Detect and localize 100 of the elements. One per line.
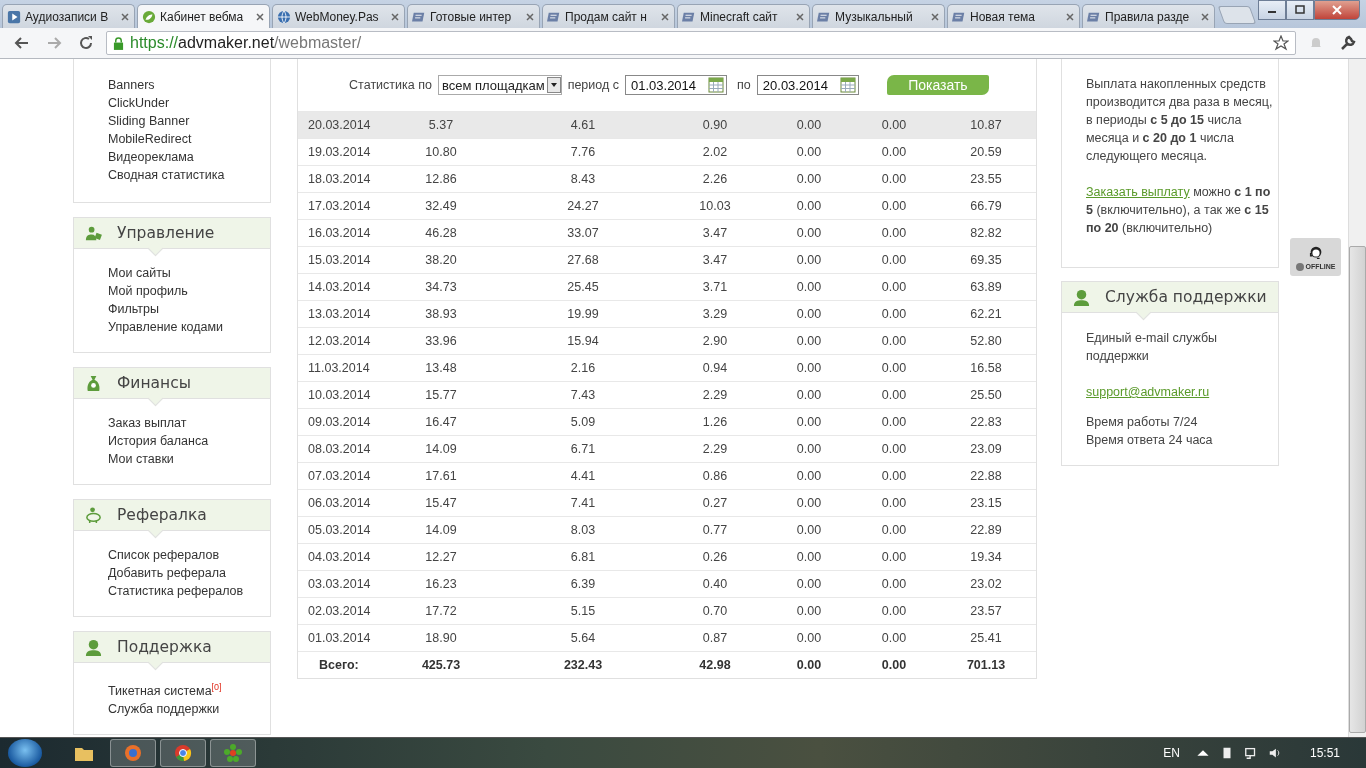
- table-cell-text: 32.49: [424, 199, 458, 213]
- calendar-icon: [839, 77, 856, 93]
- menu-link[interactable]: Заказ выплат: [108, 416, 187, 430]
- menu-link[interactable]: Управление кодами: [108, 320, 224, 334]
- card-title: Управление: [117, 224, 215, 242]
- speaker-icon[interactable]: [1267, 746, 1282, 760]
- email-link[interactable]: support@advmaker.ru: [1086, 385, 1210, 399]
- menu-link[interactable]: Мой профиль: [108, 284, 188, 298]
- table-cell-text: 0.00: [795, 226, 823, 240]
- close-icon[interactable]: [255, 11, 265, 22]
- table-cell-text: 0.00: [880, 145, 908, 159]
- browser-tab[interactable]: Продам сайт н: [542, 4, 675, 28]
- close-icon[interactable]: [120, 11, 130, 22]
- table-cell-text: 0.86: [701, 469, 729, 483]
- table-cell-text: 08.03.2014: [307, 442, 372, 456]
- lock-icon: [113, 36, 124, 50]
- menu-link[interactable]: Мои ставки: [108, 452, 174, 466]
- table-cell-text: 0.00: [880, 334, 908, 348]
- table-cell-text: 38.20: [424, 253, 458, 267]
- clock[interactable]: 15:51: [1309, 746, 1340, 760]
- table-cell-text: 0.00: [795, 118, 823, 132]
- language-indicator[interactable]: EN: [1163, 746, 1180, 760]
- table-cell-text: 19.34: [969, 550, 1003, 564]
- reload-icon[interactable]: [78, 35, 94, 51]
- table-cell-text: 17.72: [424, 604, 458, 618]
- network-icon[interactable]: [1243, 746, 1258, 760]
- table-cell-text: 23.57: [969, 604, 1003, 618]
- table-cell-text: 0.00: [795, 361, 823, 375]
- menu-link[interactable]: Тикетная система: [108, 684, 212, 699]
- card-title: Финансы: [117, 374, 191, 392]
- table-cell-text: 0.77: [701, 523, 729, 537]
- close-icon[interactable]: [525, 11, 535, 22]
- table-cell-text: 19.03.2014: [307, 145, 372, 159]
- browser-tab[interactable]: Аудиозаписи В: [2, 4, 135, 28]
- close-button[interactable]: [1314, 0, 1360, 20]
- back-icon[interactable]: [14, 35, 30, 51]
- maximize-button[interactable]: [1286, 0, 1314, 20]
- table-cell-text: 15.77: [424, 388, 458, 402]
- menu-link[interactable]: Добавить реферала: [108, 566, 226, 580]
- table-cell-text: 0.00: [880, 415, 908, 429]
- table-cell-text: 13.48: [424, 361, 458, 375]
- address-field[interactable]: https://advmaker.net/webmaster/: [106, 31, 1296, 55]
- menu-link[interactable]: Сводная статистика: [108, 168, 225, 182]
- browser-tab[interactable]: Minecraft сайт: [677, 4, 810, 28]
- table-cell-text: 3.47: [701, 226, 729, 240]
- date-field[interactable]: 01.03.2014: [625, 75, 728, 95]
- browser-tab[interactable]: Кабинет вебма: [137, 4, 270, 28]
- menu-link[interactable]: Мои сайты: [108, 266, 171, 280]
- table-cell-text: 52.80: [969, 334, 1003, 348]
- browser-tab[interactable]: WebMoney.Pas: [272, 4, 405, 28]
- table-cell-text: 0.90: [701, 118, 729, 132]
- table-cell-text: Всего:: [318, 658, 360, 672]
- menu-link[interactable]: ClickUnder: [108, 96, 170, 110]
- table-cell-text: 23.09: [969, 442, 1003, 456]
- table-cell-text: 0.00: [880, 199, 908, 213]
- table-cell-text: 14.09: [424, 442, 458, 456]
- table-cell-text: 05.03.2014: [307, 523, 372, 537]
- menu-link[interactable]: Видеореклама: [108, 150, 194, 164]
- table-cell-text: 62.21: [969, 307, 1003, 321]
- close-icon[interactable]: [930, 11, 940, 22]
- menu-link[interactable]: Sliding Banner: [108, 114, 190, 128]
- browser-tab[interactable]: Готовые интер: [407, 4, 540, 28]
- table-cell-text: 12.27: [424, 550, 458, 564]
- table-cell-text: 22.88: [969, 469, 1003, 483]
- close-icon[interactable]: [660, 11, 670, 22]
- payout-link[interactable]: Заказать выплату: [1086, 185, 1190, 199]
- menu-link[interactable]: Служба поддержки: [108, 702, 220, 717]
- date-field[interactable]: 20.03.2014: [756, 75, 859, 95]
- start-button[interactable]: [8, 739, 42, 767]
- table-cell-text: 20.03.2014: [307, 118, 372, 132]
- menu-link[interactable]: Список рефералов: [108, 548, 220, 562]
- table-cell-text: 46.28: [424, 226, 458, 240]
- table-cell-text: 66.79: [969, 199, 1003, 213]
- browser-tab[interactable]: Новая тема: [947, 4, 1080, 28]
- table-cell-text: 0.00: [880, 496, 908, 510]
- menu-link[interactable]: Фильтры: [108, 302, 159, 316]
- close-icon[interactable]: [1200, 11, 1210, 22]
- support-hours-text: Время работы 7/24: [1086, 414, 1199, 431]
- menu-link[interactable]: Banners: [108, 78, 155, 92]
- menu-link[interactable]: MobileRedirect: [108, 132, 192, 146]
- star-icon[interactable]: [1273, 35, 1289, 51]
- browser-tab[interactable]: Музыкальный: [812, 4, 945, 28]
- wrench-icon[interactable]: [1340, 35, 1356, 51]
- table-cell-text: 0.00: [880, 361, 908, 375]
- close-icon[interactable]: [1065, 11, 1075, 22]
- close-icon[interactable]: [795, 11, 805, 22]
- menu-link[interactable]: История баланса: [108, 434, 209, 448]
- table-cell-text: 0.00: [795, 199, 823, 213]
- browser-tab[interactable]: Правила разде: [1082, 4, 1215, 28]
- menu-link[interactable]: Статистика рефералов: [108, 584, 244, 598]
- close-icon[interactable]: [390, 11, 400, 22]
- table-cell-text: 232.43: [562, 658, 604, 672]
- table-cell-text: 0.00: [795, 253, 823, 267]
- scrollbar[interactable]: [1348, 59, 1366, 737]
- table-cell-text: 23.55: [969, 172, 1003, 186]
- table-cell-text: 0.00: [880, 658, 908, 672]
- taskbar-app[interactable]: [160, 739, 206, 767]
- scope-dropdown[interactable]: всем площадкам: [437, 75, 562, 95]
- minimize-button[interactable]: [1258, 0, 1286, 20]
- calendar-icon: [708, 77, 725, 93]
